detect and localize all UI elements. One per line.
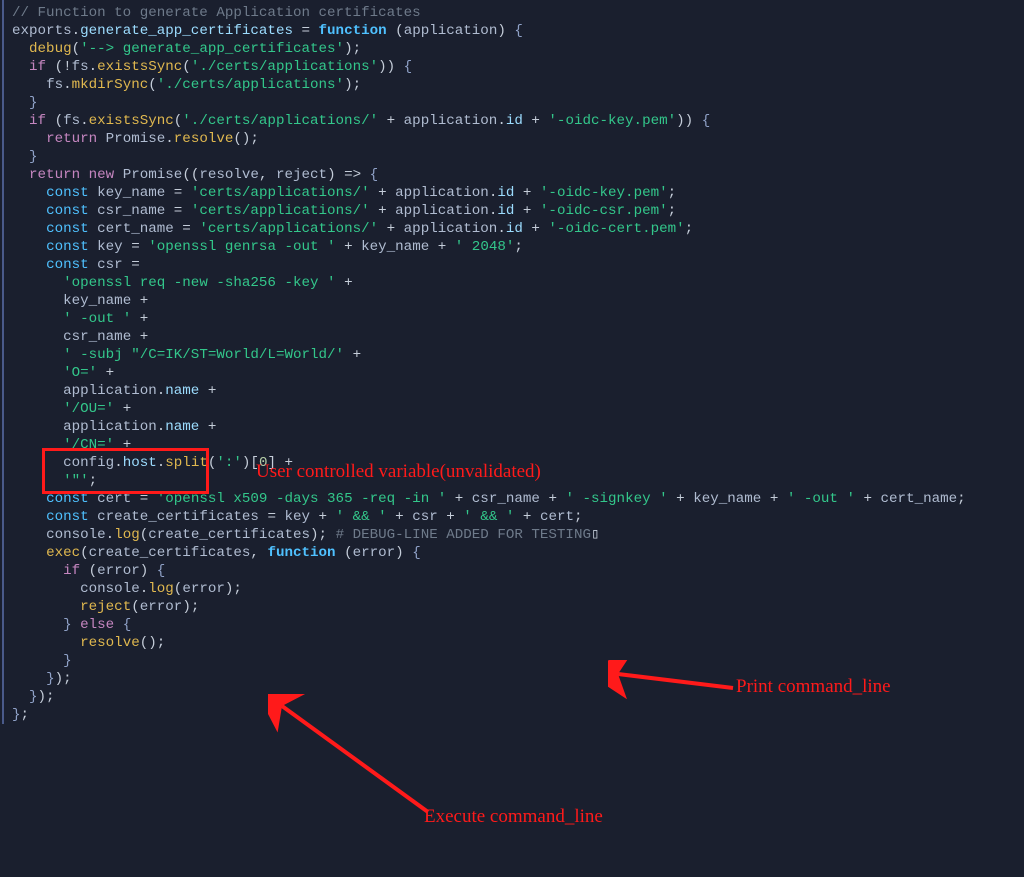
code-line: } <box>12 94 1024 112</box>
code-line: if (error) { <box>12 562 1024 580</box>
code-line: reject(error); <box>12 598 1024 616</box>
code-line: return Promise.resolve(); <box>12 130 1024 148</box>
code-line: exec(create_certificates, function (erro… <box>12 544 1024 562</box>
code-line: }); <box>12 688 1024 706</box>
code-line: const csr_name = 'certs/applications/' +… <box>12 202 1024 220</box>
code-line: return new Promise((resolve, reject) => … <box>12 166 1024 184</box>
code-line: ' -subj "/C=IK/ST=World/L=World/' + <box>12 346 1024 364</box>
code-line: } <box>12 148 1024 166</box>
code-line: key_name + <box>12 292 1024 310</box>
code-line: // Function to generate Application cert… <box>12 4 1024 22</box>
code-line: const create_certificates = key + ' && '… <box>12 508 1024 526</box>
code-line: const key = 'openssl genrsa -out ' + key… <box>12 238 1024 256</box>
code-line: console.log(create_certificates); # DEBU… <box>12 526 1024 544</box>
code-line: console.log(error); <box>12 580 1024 598</box>
code-line: csr_name + <box>12 328 1024 346</box>
code-line: if (fs.existsSync('./certs/applications/… <box>12 112 1024 130</box>
code-line: '/CN=' + <box>12 436 1024 454</box>
code-line: ' -out ' + <box>12 310 1024 328</box>
code-line: } else { <box>12 616 1024 634</box>
code-line: const csr = <box>12 256 1024 274</box>
code-line: fs.mkdirSync('./certs/applications'); <box>12 76 1024 94</box>
code-line: } <box>12 652 1024 670</box>
code-line: if (!fs.existsSync('./certs/applications… <box>12 58 1024 76</box>
code-line: 'O=' + <box>12 364 1024 382</box>
code-line: }); <box>12 670 1024 688</box>
code-line: const key_name = 'certs/applications/' +… <box>12 184 1024 202</box>
code-line: }; <box>12 706 1024 724</box>
code-line: '"'; <box>12 472 1024 490</box>
code-line: exports.generate_app_certificates = func… <box>12 22 1024 40</box>
code-line: 'openssl req -new -sha256 -key ' + <box>12 274 1024 292</box>
code-line: config.host.split(':')[0] + <box>12 454 1024 472</box>
code-line: const cert_name = 'certs/applications/' … <box>12 220 1024 238</box>
annotation-exec-cmd: Execute command_line <box>424 808 603 826</box>
code-line: resolve(); <box>12 634 1024 652</box>
code-line: application.name + <box>12 382 1024 400</box>
code-line: const cert = 'openssl x509 -days 365 -re… <box>12 490 1024 508</box>
code-editor: // Function to generate Application cert… <box>2 0 1024 724</box>
code-line: application.name + <box>12 418 1024 436</box>
code-line: debug('--> generate_app_certificates'); <box>12 40 1024 58</box>
code-line: '/OU=' + <box>12 400 1024 418</box>
